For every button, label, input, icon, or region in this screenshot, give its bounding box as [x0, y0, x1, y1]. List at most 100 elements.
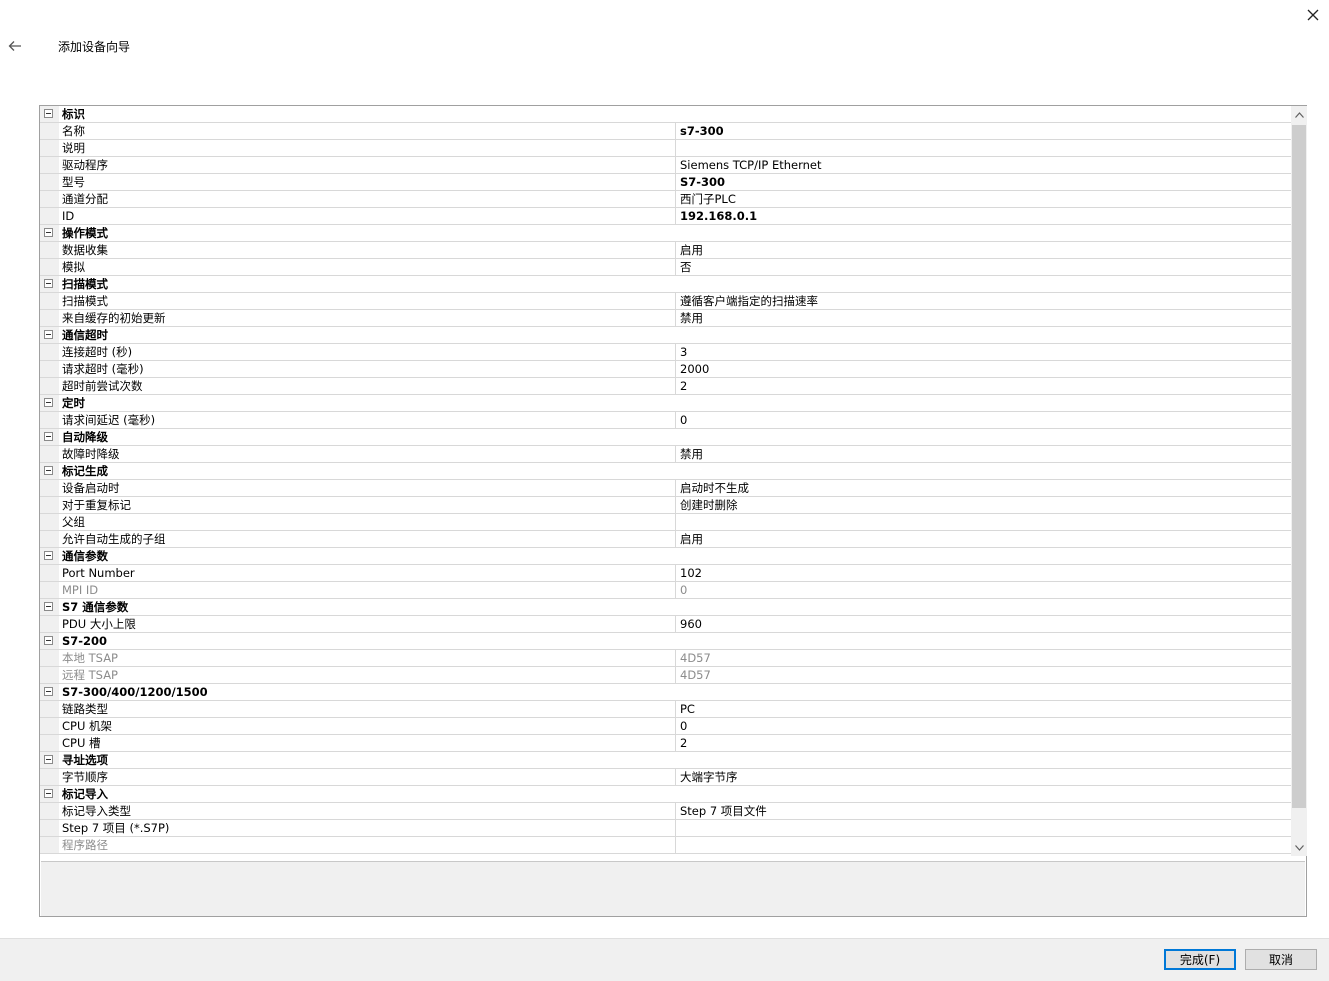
property-row[interactable]: 远程 TSAP 4D57 [40, 667, 1291, 684]
property-value[interactable]: Siemens TCP/IP Ethernet [675, 157, 1291, 173]
row-gutter [40, 837, 59, 853]
category-row[interactable]: 扫描模式 [40, 276, 1291, 293]
category-row[interactable]: S7 通信参数 [40, 599, 1291, 616]
property-row[interactable]: 程序路径 [40, 837, 1291, 854]
finish-button[interactable]: 完成(F) [1164, 949, 1236, 970]
property-row[interactable]: 字节顺序 大端字节序 [40, 769, 1291, 786]
category-row[interactable]: S7-200 [40, 633, 1291, 650]
collapse-toggle-icon[interactable] [44, 228, 53, 237]
property-value[interactable]: 960 [675, 616, 1291, 632]
property-row[interactable]: 型号 S7-300 [40, 174, 1291, 191]
property-row[interactable]: CPU 槽 2 [40, 735, 1291, 752]
property-row[interactable]: 允许自动生成的子组 启用 [40, 531, 1291, 548]
property-row[interactable]: 说明 [40, 140, 1291, 157]
property-value[interactable]: 禁用 [675, 310, 1291, 326]
category-row[interactable]: 定时 [40, 395, 1291, 412]
property-row[interactable]: 通道分配 西门子PLC [40, 191, 1291, 208]
property-value[interactable] [675, 140, 1291, 156]
property-value[interactable]: 大端字节序 [675, 769, 1291, 785]
collapse-toggle-icon[interactable] [44, 466, 53, 475]
property-row[interactable]: 超时前尝试次数 2 [40, 378, 1291, 395]
collapse-toggle-icon[interactable] [44, 398, 53, 407]
property-row[interactable]: 设备启动时 启动时不生成 [40, 480, 1291, 497]
property-name: 扫描模式 [62, 294, 108, 308]
property-value[interactable]: 0 [675, 718, 1291, 734]
property-value[interactable]: 否 [675, 259, 1291, 275]
property-value[interactable]: s7-300 [675, 123, 1291, 139]
property-row[interactable]: 故障时降级 禁用 [40, 446, 1291, 463]
category-row[interactable]: 操作模式 [40, 225, 1291, 242]
property-row[interactable]: 来自缓存的初始更新 禁用 [40, 310, 1291, 327]
property-row[interactable]: Port Number 102 [40, 565, 1291, 582]
property-row[interactable]: 对于重复标记 创建时删除 [40, 497, 1291, 514]
collapse-toggle-icon[interactable] [44, 279, 53, 288]
property-name: CPU 机架 [62, 719, 113, 733]
property-value[interactable]: S7-300 [675, 174, 1291, 190]
property-value[interactable]: 3 [675, 344, 1291, 360]
scroll-down-button[interactable] [1291, 839, 1307, 856]
property-row[interactable]: 本地 TSAP 4D57 [40, 650, 1291, 667]
property-value[interactable]: 西门子PLC [675, 191, 1291, 207]
property-row[interactable]: CPU 机架 0 [40, 718, 1291, 735]
vertical-scrollbar[interactable] [1291, 106, 1307, 856]
collapse-toggle-icon[interactable] [44, 109, 53, 118]
property-row[interactable]: 父组 [40, 514, 1291, 531]
collapse-toggle-icon[interactable] [44, 687, 53, 696]
property-row[interactable]: 模拟 否 [40, 259, 1291, 276]
collapse-toggle-icon[interactable] [44, 789, 53, 798]
collapse-toggle-icon[interactable] [44, 636, 53, 645]
property-row[interactable]: 链路类型 PC [40, 701, 1291, 718]
property-row[interactable]: MPI ID 0 [40, 582, 1291, 599]
category-row[interactable]: 寻址选项 [40, 752, 1291, 769]
property-row[interactable]: 请求超时 (毫秒) 2000 [40, 361, 1291, 378]
cancel-button[interactable]: 取消 [1245, 949, 1317, 970]
back-button[interactable] [4, 35, 26, 57]
property-row[interactable]: 连接超时 (秒) 3 [40, 344, 1291, 361]
close-button[interactable] [1300, 4, 1326, 26]
collapse-toggle-icon[interactable] [44, 551, 53, 560]
scroll-up-button[interactable] [1291, 106, 1307, 123]
property-row[interactable]: PDU 大小上限 960 [40, 616, 1291, 633]
property-row[interactable]: Step 7 项目 (*.S7P) [40, 820, 1291, 837]
category-row[interactable]: 自动降级 [40, 429, 1291, 446]
property-value[interactable]: PC [675, 701, 1291, 717]
property-row[interactable]: 标记导入类型 Step 7 项目文件 [40, 803, 1291, 820]
property-value[interactable]: 创建时删除 [675, 497, 1291, 513]
collapse-toggle-icon[interactable] [44, 602, 53, 611]
category-row[interactable]: 通信超时 [40, 327, 1291, 344]
category-row[interactable]: 通信参数 [40, 548, 1291, 565]
property-value[interactable]: 2 [675, 378, 1291, 394]
property-value[interactable]: 启用 [675, 242, 1291, 258]
property-row[interactable]: 驱动程序 Siemens TCP/IP Ethernet [40, 157, 1291, 174]
property-value[interactable]: 2 [675, 735, 1291, 751]
property-value[interactable]: 遵循客户端指定的扫描速率 [675, 293, 1291, 309]
property-value[interactable] [675, 820, 1291, 836]
property-value[interactable]: 2000 [675, 361, 1291, 377]
collapse-toggle-icon[interactable] [44, 330, 53, 339]
property-row[interactable]: 名称 s7-300 [40, 123, 1291, 140]
property-row[interactable]: 请求间延迟 (毫秒) 0 [40, 412, 1291, 429]
property-row[interactable]: 扫描模式 遵循客户端指定的扫描速率 [40, 293, 1291, 310]
property-value[interactable]: Step 7 项目文件 [675, 803, 1291, 819]
property-value[interactable] [675, 514, 1291, 530]
collapse-toggle-icon[interactable] [44, 432, 53, 441]
property-name: 模拟 [62, 260, 85, 274]
property-name: 设备启动时 [62, 481, 120, 495]
scroll-thumb[interactable] [1292, 125, 1306, 808]
category-row[interactable]: 标记生成 [40, 463, 1291, 480]
property-value[interactable]: 启用 [675, 531, 1291, 547]
category-row[interactable]: 标识 [40, 106, 1291, 123]
property-value[interactable]: 192.168.0.1 [675, 208, 1291, 224]
property-row[interactable]: 数据收集 启用 [40, 242, 1291, 259]
property-value[interactable]: 禁用 [675, 446, 1291, 462]
category-row[interactable]: S7-300/400/1200/1500 [40, 684, 1291, 701]
property-row[interactable]: ID 192.168.0.1 [40, 208, 1291, 225]
category-row[interactable]: 标记导入 [40, 786, 1291, 803]
property-name: 父组 [62, 515, 85, 529]
property-value[interactable]: 启动时不生成 [675, 480, 1291, 496]
property-value[interactable]: 102 [675, 565, 1291, 581]
row-gutter [40, 174, 59, 190]
property-value[interactable]: 0 [675, 412, 1291, 428]
property-name: Step 7 项目 (*.S7P) [62, 821, 170, 835]
collapse-toggle-icon[interactable] [44, 755, 53, 764]
